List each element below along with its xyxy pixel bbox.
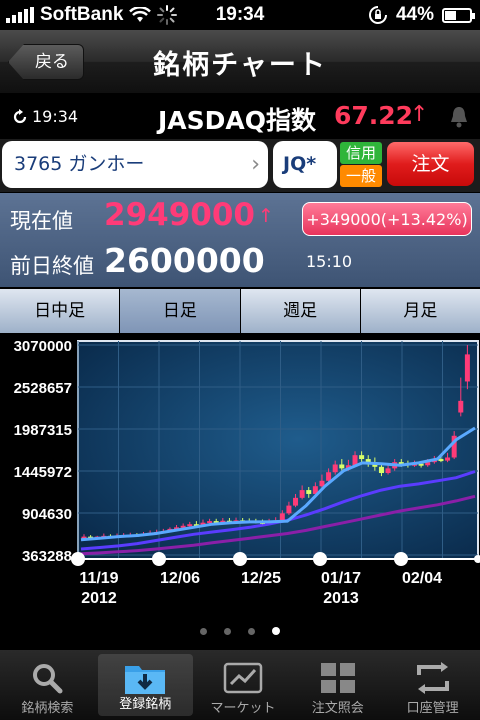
x-tick-label: 02/04 [402,570,442,587]
index-time-text: 19:34 [32,107,79,126]
candle-body [378,466,384,474]
tabbar-label: 注文照会 [311,701,364,716]
x-axis-marker [313,552,327,566]
y-tick-label: 2528657 [14,380,72,397]
chevron-right-icon: › [251,152,260,177]
market-select[interactable]: JQ* [273,141,337,188]
tabbar-label: 登録銘柄 [119,697,172,712]
candle-body [445,457,451,461]
candle-body [326,472,332,481]
candle-body [458,400,464,413]
candle-body [299,490,305,498]
index-bar: 19:34 JASDAQ指数 67.22 ↑ [0,95,480,139]
prev-close-label: 前日終値 [10,254,94,278]
candle-body [464,354,470,382]
chart-period-tabs: 日中足 日足 週足 月足 [0,289,480,333]
price-change-badge[interactable]: +349000(+13.42%) [302,202,472,236]
page-dot-active[interactable] [272,627,280,635]
index-name: JASDAQ指数 [158,106,317,135]
battery-icon [442,7,475,23]
refresh-arrows-icon [416,662,449,694]
tabbar-label: マーケット [210,701,276,716]
market-code: JQ* [283,153,317,175]
candle-body [293,497,299,506]
candle-body [332,464,338,473]
margin-general-badge[interactable]: 一般 [340,165,382,187]
prev-close-price: 2600000 [104,241,265,280]
page-dot[interactable] [224,627,231,635]
price-up-arrow-icon: ↑ [258,205,274,227]
tab-daily[interactable]: 日足 [120,289,240,333]
search-icon [33,664,63,694]
battery-percent: 44% [395,4,434,25]
candle-body [306,490,312,494]
x-axis-marker [394,552,408,566]
tabbar-item-market[interactable]: マーケット [196,650,291,720]
tabbar-item-stock-search[interactable]: 銘柄検索 [0,650,95,720]
bottom-tab-bar: 銘柄検索 登録銘柄 マーケット 注文照会 口座管理 [0,650,480,720]
y-tick-label: 1987315 [14,422,72,439]
margin-credit-badge[interactable]: 信用 [340,142,382,164]
page-dot[interactable] [200,627,207,635]
current-price-label: 現在値 [10,209,73,233]
page-indicator[interactable] [0,620,480,642]
index-up-arrow-icon: ↑ [410,102,429,127]
x-axis-marker [152,552,166,566]
tab-monthly[interactable]: 月足 [360,289,480,333]
tabbar-item-account[interactable]: 口座管理 [385,650,480,720]
candle-body [187,524,193,527]
refresh-icon[interactable] [12,108,28,125]
price-panel: 現在値 2949000 ↑ +349000(+13.42%) 前日終値 2600… [0,193,480,287]
chart-plot-area [77,340,479,560]
x-tick-year-label: 2012 [81,590,117,607]
tabbar-label: 口座管理 [406,701,459,716]
bell-icon[interactable] [448,105,470,129]
x-tick-label: 12/06 [160,570,200,587]
folder-download-icon [125,666,166,694]
candle-body [286,505,292,514]
navigation-bar: 戻る 銘柄チャート [0,30,480,94]
line-chart-icon [223,662,263,694]
candle-body [359,455,365,460]
price-time: 15:10 [306,252,353,271]
index-value: 67.22 [334,101,414,130]
rotation-lock-icon [369,6,387,24]
page-title: 銘柄チャート [153,50,327,81]
tab-weekly[interactable]: 週足 [240,289,360,333]
y-tick-label: 1445972 [14,464,72,481]
x-axis-marker [71,552,85,566]
tab-intraday[interactable]: 日中足 [0,289,120,333]
x-tick-label: 01/17 [321,570,361,587]
tabbar-item-order-inquiry[interactable]: 注文照会 [290,650,385,720]
grid-icon [320,663,355,693]
x-tick-year-label: 2013 [323,590,359,607]
stock-name: 3765 ガンホー [14,153,145,175]
tabbar-label: 銘柄検索 [21,701,74,716]
candle-body [207,521,213,524]
tabbar-item-registered[interactable]: 登録銘柄 [97,654,193,716]
candle-body [279,513,285,521]
y-tick-label: 363288 [22,548,72,565]
page-dot[interactable] [248,627,255,635]
stock-selector-row: 3765 ガンホー › JQ* 信用 一般 注文 [0,139,480,192]
candlestick-chart[interactable]: 3070000 2528657 1987315 1445972 904630 363288… [0,333,480,615]
x-tick-label: 12/25 [241,570,281,587]
stock-select[interactable]: 3765 ガンホー › [2,141,268,188]
x-tick-label: 11/19 [79,570,118,587]
x-axis-marker [233,552,247,566]
current-price: 2949000 [104,197,255,233]
candle-body [385,468,391,474]
candle-body [339,464,345,469]
chart-area[interactable]: 3070000 2528657 1987315 1445972 904630 363288… [0,333,480,615]
y-tick-label: 3070000 [14,338,72,355]
status-bar: SoftBank 19:34 44% [0,0,480,30]
order-button[interactable]: 注文 [387,142,474,186]
index-refresh-time[interactable]: 19:34 [12,107,78,126]
y-tick-label: 904630 [22,506,72,523]
